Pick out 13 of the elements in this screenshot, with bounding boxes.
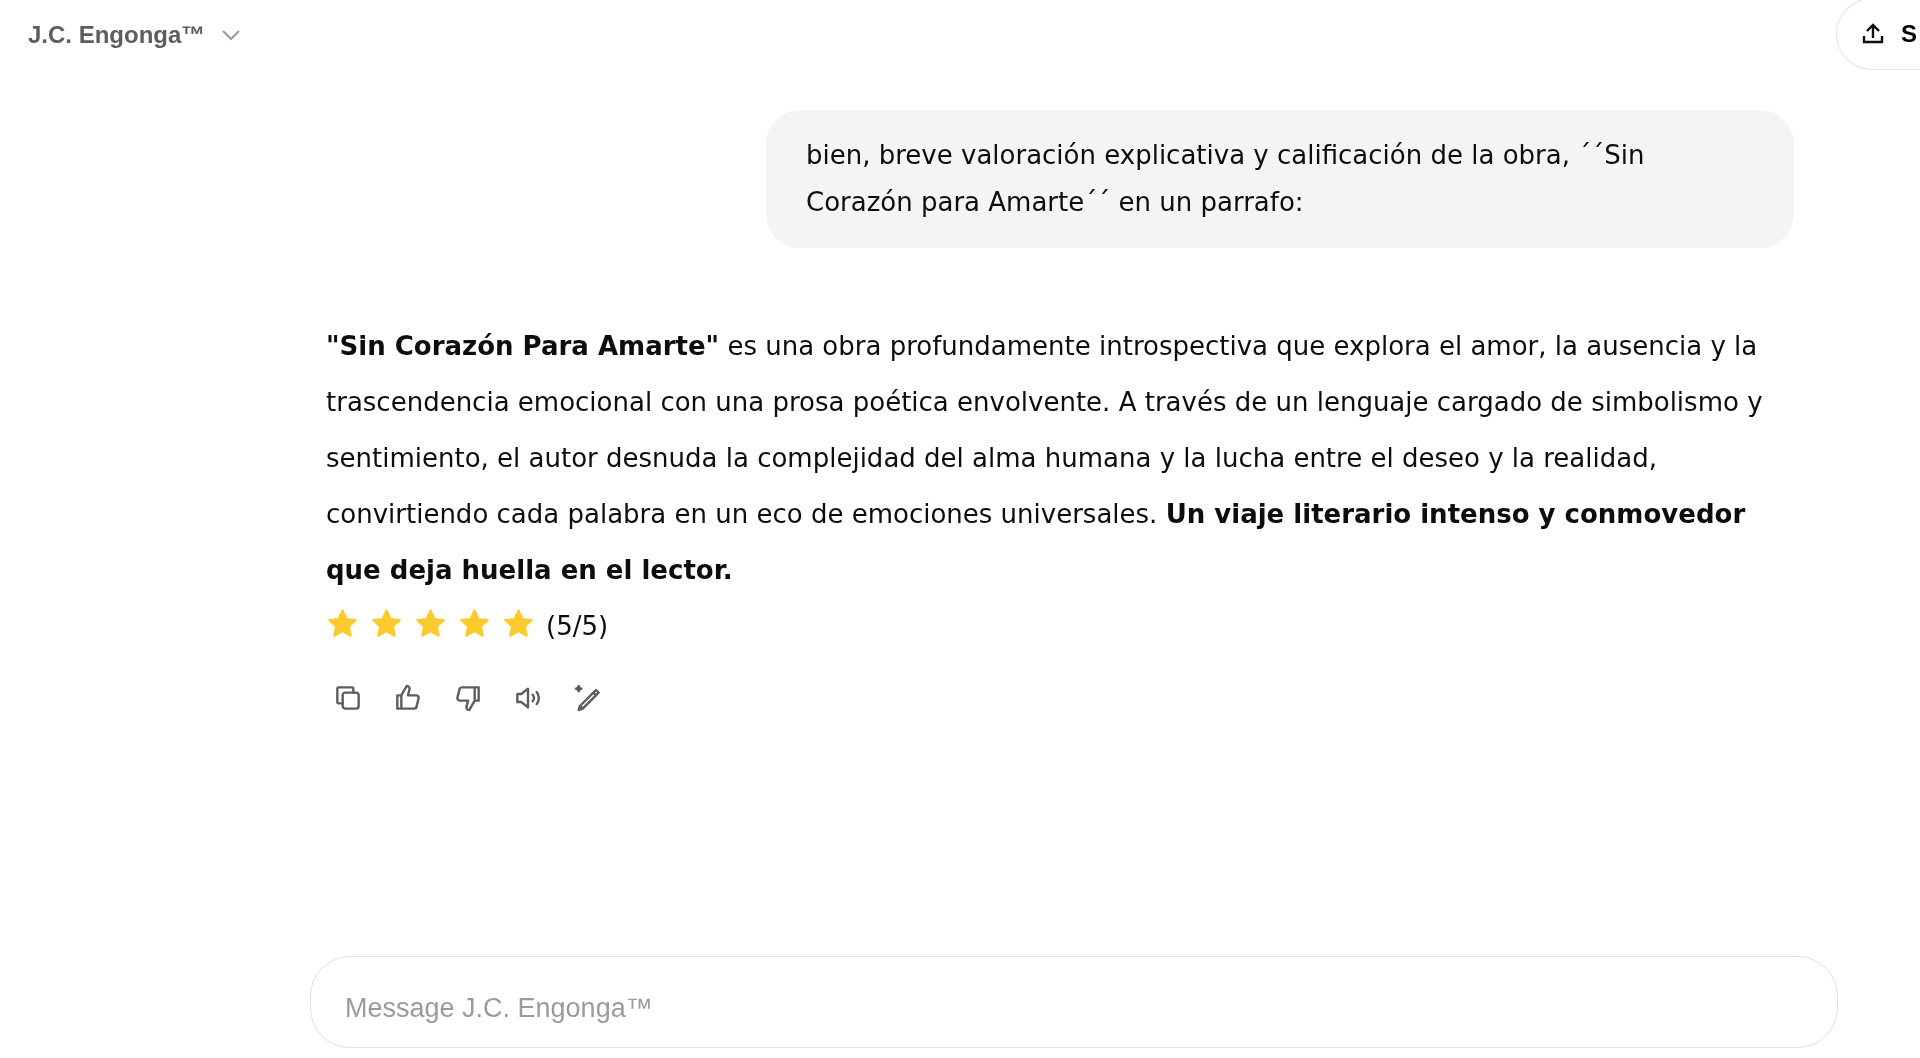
star-icon [326,607,359,640]
star-icon [502,607,535,640]
response-paragraph: "Sin Corazón Para Amarte" es una obra profundamente introspectiva que explora el amor, la ausencia y la trascendencia emocional con una prosa poética envolvente. A través de un lenguaje cargado de simbolismo y sentimiento, el autor desnuda la complejidad del alma humana y la lucha entre el deseo y la realidad, convirtiendo cada palabra en un eco de emociones universales. Un viaje literario intenso y conmovedor que deja huella en el lector. [326,330,1764,587]
rating-score: (5/5) [546,610,609,643]
message-input[interactable]: Message J.C. Engonga™ [310,956,1838,1048]
upload-icon [1861,22,1885,46]
user-message: bien, breve valoración explicativa y calificación de la obra, ´´Sin Corazón para Amarte´´ en un parrafo: [766,110,1794,248]
star-icon [414,607,447,640]
chevron-down-icon[interactable] [221,29,242,41]
star-icon [458,607,491,640]
model-name[interactable]: J.C. Engonga™ [28,17,206,53]
share-button[interactable]: S [1836,0,1920,70]
star-icon [370,607,403,640]
